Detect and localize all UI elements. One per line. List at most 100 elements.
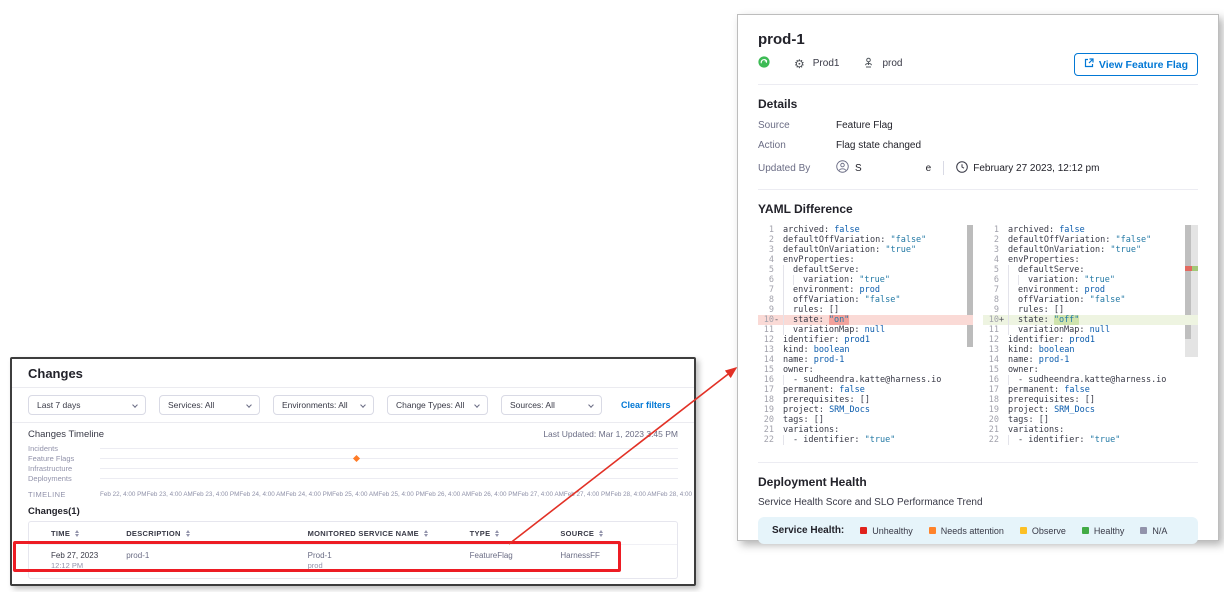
axis-tick-label: Feb 28, 4:00 PM xyxy=(657,491,696,498)
legend-color-swatch xyxy=(1020,527,1027,534)
line-number: 21 xyxy=(758,425,774,435)
line-number: 18 xyxy=(983,395,999,405)
change-event-marker[interactable] xyxy=(353,454,360,461)
yaml-line: 22- identifier: "true" xyxy=(758,435,973,445)
yaml-line: 14name: prod-1 xyxy=(758,355,973,365)
yaml-line: 15owner: xyxy=(983,365,1198,375)
column-header-source[interactable]: SOURCE xyxy=(560,529,677,538)
axis-tick-label: Feb 26, 4:00 PM xyxy=(471,491,518,498)
last-updated-text: Last Updated: Mar 1, 2023 3:45 PM xyxy=(543,429,678,439)
yaml-line: 3defaultOnVariation: "true" xyxy=(758,245,973,255)
filter-dropdown-label: Sources: All xyxy=(510,400,555,410)
sort-icon xyxy=(495,530,499,537)
yaml-line: 1archived: false xyxy=(983,225,1198,235)
scrollbar[interactable] xyxy=(967,225,973,347)
yaml-line: 3defaultOnVariation: "true" xyxy=(983,245,1198,255)
filter-dropdown[interactable]: Environments: All xyxy=(273,395,374,415)
environment-name-label: prod xyxy=(882,58,902,69)
yaml-line: 5defaultServe: xyxy=(758,265,973,275)
view-feature-flag-button[interactable]: View Feature Flag xyxy=(1074,53,1198,76)
indent-guide xyxy=(783,275,793,285)
axis-tick-label: Feb 23, 4:00 PM xyxy=(193,491,240,498)
legend-color-swatch xyxy=(929,527,936,534)
timeline-row-line xyxy=(100,478,678,479)
line-number: 15 xyxy=(983,365,999,375)
yaml-diff-left-pane[interactable]: 1archived: false2defaultOffVariation: "f… xyxy=(758,225,973,449)
indent-guide xyxy=(1018,275,1028,285)
yaml-line: 9rules: [] xyxy=(758,305,973,315)
line-number: 6 xyxy=(983,275,999,285)
yaml-line: 7environment: prod xyxy=(983,285,1198,295)
yaml-line: 18prerequisites: [] xyxy=(983,395,1198,405)
column-header-type[interactable]: TYPE xyxy=(470,529,561,538)
line-number: 16 xyxy=(758,375,774,385)
updated-by-name-end: e xyxy=(926,163,932,174)
filter-dropdown[interactable]: Sources: All xyxy=(501,395,602,415)
yaml-line: 20tags: [] xyxy=(758,415,973,425)
line-number: 1 xyxy=(758,225,774,235)
yaml-line: 8offVariation: "false" xyxy=(758,295,973,305)
filter-dropdowns: Last 7 days Services: All Environments: Al… xyxy=(28,395,602,415)
column-header-label: DESCRIPTION xyxy=(126,529,181,538)
source-label: Source xyxy=(758,120,836,131)
updated-by-name-start: S xyxy=(855,163,862,174)
line-number: 8 xyxy=(758,295,774,305)
axis-tick-label: Feb 24, 4:00 PM xyxy=(286,491,333,498)
legend-label: Healthy xyxy=(1094,526,1125,536)
yaml-diff-right-pane[interactable]: 1archived: false2defaultOffVariation: "f… xyxy=(983,225,1198,449)
change-detail-panel: prod-1 ⚙ Prod1 prod View Feature Flag De… xyxy=(737,14,1219,541)
yaml-line: 14name: prod-1 xyxy=(983,355,1198,365)
timeline-title: Changes Timeline xyxy=(28,429,104,440)
line-number: 14 xyxy=(758,355,774,365)
indent-guide xyxy=(1008,285,1018,295)
indent-guide xyxy=(1008,295,1018,305)
details-heading: Details xyxy=(758,97,1198,111)
yaml-line: 6variation: "true" xyxy=(758,275,973,285)
axis-tick-label: Feb 28, 4:00 AM xyxy=(610,491,656,498)
yaml-line: 17permanent: false xyxy=(983,385,1198,395)
clear-filters-link[interactable]: Clear filters xyxy=(621,400,671,410)
line-number: 19 xyxy=(983,405,999,415)
line-number: 5 xyxy=(758,265,774,275)
line-number: 12 xyxy=(983,335,999,345)
gear-icon: ⚙ xyxy=(794,59,805,69)
divider xyxy=(758,84,1198,85)
filter-dropdown[interactable]: Change Types: All xyxy=(387,395,488,415)
filter-dropdown-label: Last 7 days xyxy=(37,400,80,410)
line-number: 13 xyxy=(758,345,774,355)
line-number: 6 xyxy=(758,275,774,285)
yaml-line: 10+state: "off" xyxy=(983,315,1198,325)
column-header-description[interactable]: DESCRIPTION xyxy=(126,529,307,538)
line-number: 3 xyxy=(983,245,999,255)
annotation-highlight-box xyxy=(13,541,621,572)
column-header-monitored-service-name[interactable]: MONITORED SERVICE NAME xyxy=(308,529,470,538)
legend-label: Unhealthy xyxy=(872,526,913,536)
divider xyxy=(758,189,1198,190)
line-number: 10 xyxy=(758,315,774,325)
service-health-legend-title: Service Health: xyxy=(772,525,844,536)
timeline-axis-label: TIMELINE xyxy=(28,490,100,499)
divider xyxy=(943,161,944,175)
yaml-line: 16- sudheendra.katte@harness.io xyxy=(758,375,973,385)
column-header-time[interactable]: TIME xyxy=(29,529,126,538)
yaml-line: 16- sudheendra.katte@harness.io xyxy=(983,375,1198,385)
line-number: 1 xyxy=(983,225,999,235)
filter-dropdown[interactable]: Services: All xyxy=(159,395,260,415)
line-number: 9 xyxy=(758,305,774,315)
line-number: 4 xyxy=(983,255,999,265)
indent-guide xyxy=(783,325,793,335)
line-number: 19 xyxy=(758,405,774,415)
timeline-row-label: Deployments xyxy=(28,474,100,483)
minimap-added-mark xyxy=(1192,266,1198,271)
line-number: 2 xyxy=(758,235,774,245)
line-number: 10 xyxy=(983,315,999,325)
legend-item: Healthy xyxy=(1082,526,1125,536)
yaml-diff-view: 1archived: false2defaultOffVariation: "f… xyxy=(758,225,1198,449)
filter-dropdown[interactable]: Last 7 days xyxy=(28,395,146,415)
diff-minimap[interactable] xyxy=(1185,225,1198,357)
legend-label: Observe xyxy=(1032,526,1066,536)
yaml-line: 7environment: prod xyxy=(758,285,973,295)
legend-color-swatch xyxy=(1082,527,1089,534)
indent-guide xyxy=(783,375,793,385)
page-title: prod-1 xyxy=(758,31,1198,48)
